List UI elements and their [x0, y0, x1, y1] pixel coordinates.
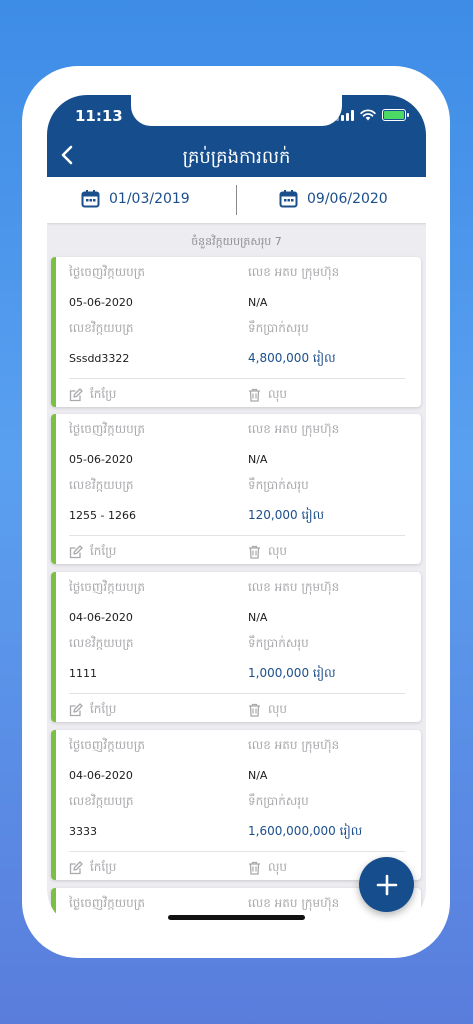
company-vat-label: លេខ អតប ក្រុមហ៊ុន	[248, 738, 340, 752]
wifi-icon	[360, 109, 376, 121]
company-vat-label: លេខ អតប ក្រុមហ៊ុន	[248, 896, 340, 910]
date-divider	[236, 185, 237, 215]
edit-button[interactable]: កែប្រែ	[69, 701, 116, 719]
total-amount-value: 4,800,000 រៀល	[248, 351, 336, 365]
invoice-card[interactable]: ថ្ងៃចេញវិក្កយបត្រ លេខ អតប ក្រុមហ៊ុន 05-0…	[51, 257, 421, 407]
invoice-number-label: លេខវិក្កយបត្រ	[69, 321, 134, 335]
issue-date-label: ថ្ងៃចេញវិក្កយបត្រ	[69, 738, 145, 752]
edit-button[interactable]: កែប្រែ	[69, 543, 116, 561]
company-vat-value: N/A	[248, 769, 268, 782]
invoice-number-label: លេខវិក្កយបត្រ	[69, 478, 134, 492]
delete-label: លុប	[268, 387, 288, 401]
status-icons	[336, 109, 409, 121]
edit-label: កែប្រែ	[90, 544, 117, 558]
start-date-value: 01/03/2019	[109, 190, 190, 207]
signal-icon	[336, 109, 354, 121]
issue-date-label: ថ្ងៃចេញវិក្កយបត្រ	[69, 265, 145, 279]
company-vat-label: លេខ អតប ក្រុមហ៊ុន	[248, 265, 340, 279]
edit-button[interactable]: កែប្រែ	[69, 386, 116, 404]
card-divider	[69, 693, 405, 694]
invoice-card[interactable]: ថ្ងៃចេញវិក្កយបត្រ លេខ អតប ក្រុមហ៊ុន 04-0…	[51, 572, 421, 722]
trash-icon	[249, 703, 260, 717]
total-amount-value: 1,000,000 រៀល	[248, 666, 336, 680]
battery-icon	[382, 109, 409, 121]
issue-date-value: 04-06-2020	[69, 611, 133, 624]
delete-label: លុប	[268, 702, 288, 716]
page-title: គ្រប់គ្រងការលក់	[182, 147, 291, 168]
delete-button[interactable]: លុប	[248, 701, 287, 719]
plus-icon	[376, 874, 397, 895]
company-vat-value: N/A	[248, 453, 268, 466]
total-amount-label: ទឹកប្រាក់សរុប	[248, 636, 309, 650]
invoice-number-value: Sssdd3322	[69, 352, 130, 365]
invoice-card[interactable]: ថ្ងៃចេញវិក្កយបត្រ លេខ អតប ក្រុមហ៊ុន 05-0…	[51, 414, 421, 564]
total-amount-label: ទឹកប្រាក់សរុប	[248, 794, 309, 808]
card-accent-stripe	[51, 414, 56, 564]
invoice-number-label: លេខវិក្កយបត្រ	[69, 636, 134, 650]
home-indicator	[168, 915, 305, 920]
issue-date-value: 05-06-2020	[69, 453, 133, 466]
invoice-count: ចំនួនវិក្កយបត្រសរុប 7	[191, 235, 282, 248]
device-notch	[131, 95, 342, 126]
add-invoice-button[interactable]	[359, 857, 414, 912]
delete-label: លុប	[268, 860, 288, 874]
total-amount-value: 1,600,000,000 រៀល	[248, 824, 363, 838]
card-accent-stripe	[51, 730, 56, 880]
pencil-icon	[69, 861, 83, 875]
edit-label: កែប្រែ	[90, 860, 117, 874]
issue-date-value: 04-06-2020	[69, 769, 133, 782]
card-accent-stripe	[51, 572, 56, 722]
calendar-icon	[279, 190, 298, 208]
card-accent-stripe	[51, 888, 56, 927]
card-divider	[69, 535, 405, 536]
date-range-filter: 01/03/2019 09/06/2020	[47, 177, 426, 223]
invoice-number-value: 3333	[69, 825, 97, 838]
end-date-picker[interactable]: 09/06/2020	[279, 189, 388, 208]
company-vat-value: N/A	[248, 296, 268, 309]
pencil-icon	[69, 545, 83, 559]
edit-label: កែប្រែ	[90, 702, 117, 716]
delete-button[interactable]: លុប	[248, 543, 287, 561]
company-vat-label: លេខ អតប ក្រុមហ៊ុន	[248, 580, 340, 594]
trash-icon	[249, 388, 260, 402]
calendar-icon	[81, 190, 100, 208]
trash-icon	[249, 861, 260, 875]
trash-icon	[249, 545, 260, 559]
delete-button[interactable]: លុប	[248, 386, 287, 404]
invoice-number-value: 1111	[69, 667, 97, 680]
company-vat-value: N/A	[248, 611, 268, 624]
total-amount-label: ទឹកប្រាក់សរុប	[248, 478, 309, 492]
total-amount-label: ទឹកប្រាក់សរុប	[248, 321, 309, 335]
card-divider	[69, 378, 405, 379]
end-date-value: 09/06/2020	[307, 190, 388, 207]
delete-label: លុប	[268, 544, 288, 558]
edit-button[interactable]: កែប្រែ	[69, 859, 116, 877]
delete-button[interactable]: លុប	[248, 859, 287, 877]
start-date-picker[interactable]: 01/03/2019	[81, 189, 190, 208]
card-divider	[69, 851, 405, 852]
invoice-card[interactable]: ថ្ងៃចេញវិក្កយបត្រ លេខ អតប ក្រុមហ៊ុន 04-0…	[51, 730, 421, 880]
issue-date-label: ថ្ងៃចេញវិក្កយបត្រ	[69, 580, 145, 594]
card-accent-stripe	[51, 257, 56, 407]
edit-label: កែប្រែ	[90, 387, 117, 401]
invoice-number-value: 1255 - 1266	[69, 509, 136, 522]
invoice-number-label: លេខវិក្កយបត្រ	[69, 794, 134, 808]
total-amount-value: 120,000 រៀល	[248, 508, 325, 522]
status-time: 11:13	[75, 107, 123, 125]
app-screen: 11:13 គ្រប់គ្រងការលក់ 01/03/2019 09/06/2…	[47, 95, 426, 927]
issue-date-label: ថ្ងៃចេញវិក្កយបត្រ	[69, 422, 145, 436]
company-vat-label: លេខ អតប ក្រុមហ៊ុន	[248, 422, 340, 436]
pencil-icon	[69, 388, 83, 402]
issue-date-label: ថ្ងៃចេញវិក្កយបត្រ	[69, 896, 145, 910]
pencil-icon	[69, 703, 83, 717]
issue-date-value: 05-06-2020	[69, 296, 133, 309]
